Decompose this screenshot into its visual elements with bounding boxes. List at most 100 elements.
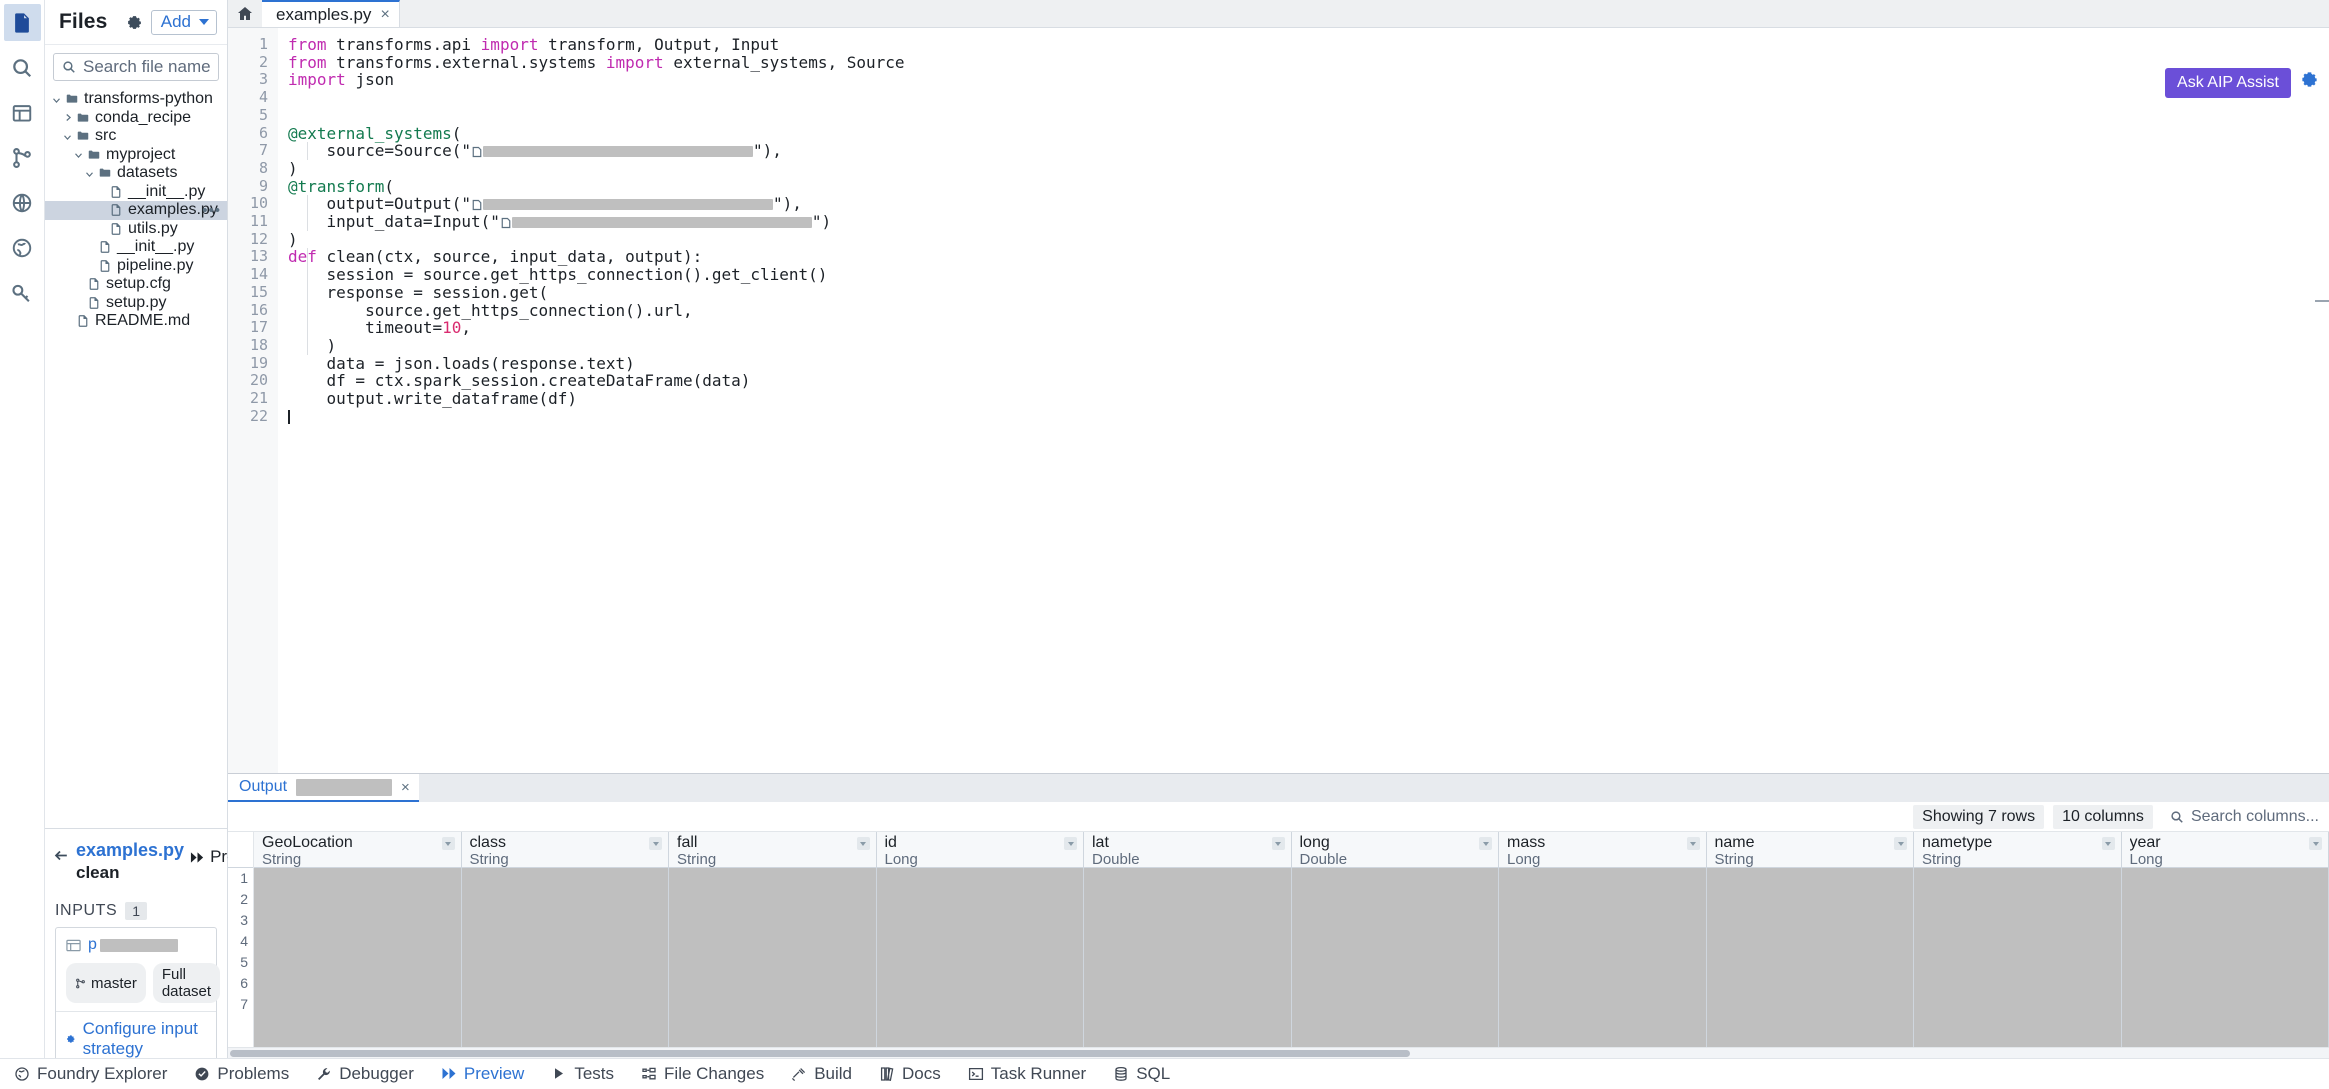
back-arrow-icon[interactable]	[53, 838, 70, 864]
file-icon	[77, 315, 91, 328]
file-search-box[interactable]	[53, 53, 219, 81]
line-number: 7	[258, 141, 268, 160]
tree-folder-myproject[interactable]: myproject	[45, 146, 227, 165]
tree-file-examples.py[interactable]: examples.py •••	[45, 201, 227, 220]
status-bar-item-preview[interactable]: Preview	[441, 1064, 524, 1084]
column-filter-icon[interactable]	[649, 837, 662, 850]
column-name: id	[884, 835, 897, 851]
scrollbar-marker[interactable]	[2315, 300, 2329, 302]
chevron-right-icon[interactable]	[62, 113, 73, 122]
output-panel: Output × Showing 7 rows 10 columns Searc…	[228, 773, 2329, 1058]
code-line: @transform(	[288, 177, 2329, 196]
column-filter-icon[interactable]	[1479, 837, 1492, 850]
column-filter-icon[interactable]	[2309, 837, 2322, 850]
column-filter-icon[interactable]	[1686, 837, 1700, 850]
column-filter-icon[interactable]	[856, 837, 870, 850]
status-bar-item-foundry-explorer[interactable]: Foundry Explorer	[14, 1064, 167, 1084]
ask-aip-assist-button[interactable]: Ask AIP Assist	[2165, 68, 2291, 98]
more-options-icon[interactable]: •••	[202, 203, 221, 218]
column-filter-icon[interactable]	[2101, 837, 2115, 850]
chevron-down-icon[interactable]	[62, 132, 73, 141]
tree-file-__init__.py[interactable]: __init__.py	[45, 183, 227, 202]
status-bar-item-sql[interactable]: SQL	[1113, 1064, 1170, 1084]
tree-file-pipeline.py[interactable]: pipeline.py	[45, 257, 227, 276]
key-icon[interactable]	[4, 274, 41, 311]
column-filter-icon[interactable]	[1271, 837, 1285, 850]
close-icon[interactable]: ×	[380, 6, 389, 24]
column-type: String	[1922, 851, 1962, 868]
tree-file-setup.py[interactable]: setup.py	[45, 294, 227, 313]
globe-icon[interactable]	[4, 184, 41, 221]
grid-column-mass: mass Long	[1499, 832, 1707, 1047]
search-icon[interactable]	[4, 49, 41, 86]
redacted-resource-id	[483, 199, 774, 211]
redacted-cells	[876, 868, 1083, 1047]
tree-file-__init__.py[interactable]: __init__.py	[45, 238, 227, 257]
chevron-down-icon[interactable]	[84, 169, 95, 178]
grid-column-fall: fall String	[669, 832, 877, 1047]
tree-folder-conda_recipe[interactable]: conda_recipe	[45, 109, 227, 128]
column-filter-icon[interactable]	[1064, 837, 1077, 850]
column-filter-icon[interactable]	[441, 837, 455, 850]
input-scope-tag[interactable]: Full dataset	[152, 963, 221, 1004]
tree-file-utils.py[interactable]: utils.py	[45, 220, 227, 239]
tab-examples-py[interactable]: examples.py ×	[262, 0, 400, 27]
column-header[interactable]: nametype String	[1914, 832, 2121, 868]
tree-folder-transforms-python[interactable]: transforms-python	[45, 90, 227, 109]
chevron-down-icon[interactable]	[51, 95, 62, 104]
columns-count-label: 10 columns	[2053, 804, 2153, 829]
column-header[interactable]: mass Long	[1499, 832, 1706, 868]
add-button[interactable]: Add	[150, 9, 217, 35]
chevron-down-icon[interactable]	[73, 150, 84, 159]
column-header[interactable]: fall String	[669, 832, 876, 868]
tree-file-setup.cfg[interactable]: setup.cfg	[45, 275, 227, 294]
column-header[interactable]: class String	[461, 832, 668, 868]
column-header[interactable]: lat Double	[1084, 832, 1291, 868]
tree-folder-src[interactable]: src	[45, 127, 227, 146]
column-header[interactable]: name String	[1706, 832, 1913, 868]
tree-file-README.md[interactable]: README.md	[45, 312, 227, 331]
branch-icon[interactable]	[4, 139, 41, 176]
input-branch-tag[interactable]: master	[66, 963, 146, 1004]
tab-output[interactable]: Output ×	[228, 774, 419, 802]
status-bar-item-problems[interactable]: Problems	[194, 1064, 289, 1084]
status-bar-item-label: File Changes	[664, 1064, 765, 1083]
status-bar-item-tests[interactable]: Tests	[551, 1064, 614, 1084]
status-bar-item-file-changes[interactable]: File Changes	[641, 1064, 764, 1084]
search-input[interactable]	[83, 57, 210, 77]
indent-guide	[307, 195, 308, 231]
input-dataset-card[interactable]: p master Full dataset Configure input st…	[55, 927, 221, 1068]
code-line: output.write_dataframe(df)	[288, 390, 2329, 408]
close-icon[interactable]: ×	[401, 779, 410, 796]
status-bar-item-docs[interactable]: Docs	[879, 1064, 941, 1084]
column-filter-icon[interactable]	[1894, 837, 1907, 850]
aip-settings-gear-icon[interactable]	[2300, 70, 2319, 95]
code-token: data = json.loads(response.text)	[288, 353, 635, 373]
column-header[interactable]: GeoLocation String	[254, 832, 461, 868]
details-file-name[interactable]: examples.py	[76, 838, 184, 862]
column-header[interactable]: year Long	[2121, 832, 2328, 868]
code-token: source=Source("	[288, 141, 472, 161]
gear-icon[interactable]	[126, 14, 143, 31]
status-bar-item-build[interactable]: Build	[791, 1064, 852, 1084]
code-line: data = json.loads(response.text)	[288, 353, 2329, 373]
column-header[interactable]: long Double	[1291, 832, 1498, 868]
column-header[interactable]: id Long	[876, 832, 1083, 868]
code-line: @external_systems(	[288, 124, 2329, 143]
horizontal-scrollbar[interactable]	[228, 1047, 2329, 1058]
code-content[interactable]: from transforms.api import transform, Ou…	[278, 28, 2329, 773]
result-grid[interactable]: 1234567 GeoLocation String class String fall…	[228, 832, 2329, 1047]
package-icon[interactable]	[4, 94, 41, 131]
world-explorer-icon[interactable]	[4, 229, 41, 266]
status-bar-item-debugger[interactable]: Debugger	[316, 1064, 414, 1084]
horizontal-scrollbar-thumb[interactable]	[230, 1050, 1410, 1057]
home-icon[interactable]	[228, 0, 262, 27]
code-token: "),	[753, 141, 782, 161]
tree-folder-datasets[interactable]: datasets	[45, 164, 227, 183]
line-number: 3	[258, 70, 268, 89]
search-columns-button[interactable]: Search columns...	[2170, 808, 2319, 826]
code-editor[interactable]: 1 2 3 4 5 6 7 8 9 10 11 12 13 14 15 16 17 18 19 20 21 22 from…	[228, 28, 2329, 773]
status-bar-item-task-runner[interactable]: Task Runner	[968, 1064, 1086, 1084]
files-icon[interactable]	[3, 4, 41, 41]
code-token: )	[288, 335, 337, 355]
